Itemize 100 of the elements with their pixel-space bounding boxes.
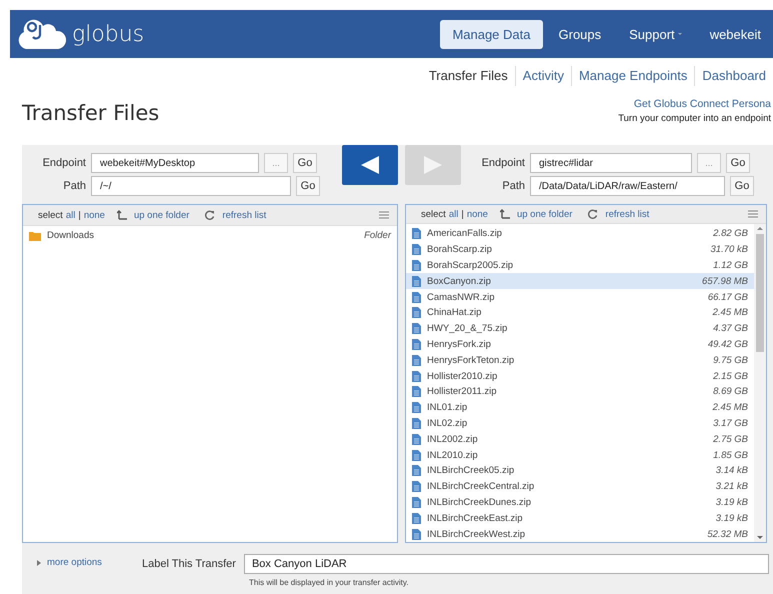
up-folder-link[interactable]: up one folder xyxy=(134,210,190,220)
file-size: 2.45 MB xyxy=(712,307,748,318)
file-row[interactable]: INLBirchCreekCentral.zip 3.21 kB xyxy=(406,478,754,495)
scroll-down-icon[interactable] xyxy=(757,534,763,542)
file-size: 2.15 GB xyxy=(713,370,748,382)
up-folder-icon xyxy=(500,209,510,220)
document-icon xyxy=(412,497,421,508)
file-row[interactable]: HWY_20_&_75.zip 4.37 GB xyxy=(406,320,754,337)
go-button[interactable]: Go xyxy=(726,153,750,173)
menu-icon[interactable] xyxy=(748,210,758,218)
refresh-link[interactable]: refresh list xyxy=(222,210,266,220)
file-row[interactable]: INLBirchCreekEast.zip 3.19 kB xyxy=(406,510,754,526)
caret-icon xyxy=(678,32,682,36)
go-button[interactable]: Go xyxy=(730,176,754,196)
select-none-link[interactable]: none xyxy=(466,208,488,220)
nav-tab[interactable]: Groups xyxy=(546,20,614,48)
file-row[interactable]: INL01.zip 2.45 MB xyxy=(406,400,754,416)
nav-tab[interactable]: webekeit xyxy=(698,20,773,48)
file-name: HenrysForkTeton.zip xyxy=(427,354,516,366)
document-icon xyxy=(412,307,421,318)
file-row[interactable]: INLBirchCreekWest.zip 52.32 MB xyxy=(406,526,754,542)
go-button[interactable]: Go xyxy=(293,153,317,173)
document-icon xyxy=(412,276,421,287)
file-row[interactable]: AmericanFalls.zip 2.82 GB xyxy=(406,226,754,242)
endpoint-field[interactable]: webekeit#MyDesktop xyxy=(91,153,259,173)
document-icon xyxy=(412,481,421,492)
endpoint-label: Endpoint xyxy=(42,157,86,169)
file-row[interactable]: ChinaHat.zip 2.45 MB xyxy=(406,305,754,321)
file-row[interactable]: INLBirchCreekDunes.zip 3.19 kB xyxy=(406,494,754,510)
select-label: select xyxy=(38,210,63,220)
file-row[interactable]: Hollister2011.zip 8.69 GB xyxy=(406,384,754,400)
more-options-link[interactable]: more options xyxy=(37,557,142,568)
connect-tagline: Turn your computer into an endpoint xyxy=(618,113,771,124)
file-row[interactable]: INL02.zip 3.17 GB xyxy=(406,416,754,432)
separator: | xyxy=(461,208,464,220)
nav-tab[interactable]: Support xyxy=(617,20,694,48)
file-name: Hollister2011.zip xyxy=(427,386,498,398)
endpoint-field[interactable]: gistrec#lidar xyxy=(530,153,692,173)
file-name: Downloads xyxy=(47,230,95,242)
scroll-thumb[interactable] xyxy=(756,234,764,352)
connect-link[interactable]: Get Globus Connect Persona xyxy=(634,98,771,110)
document-icon xyxy=(412,370,421,382)
file-row[interactable]: BoxCanyon.zip 657.98 MB xyxy=(406,273,754,290)
file-size: 52.32 MB xyxy=(707,528,748,540)
file-name: BorahScarp2005.zip xyxy=(427,260,514,272)
file-name: CamasNWR.zip xyxy=(427,292,496,303)
file-name: AmericanFalls.zip xyxy=(427,228,503,240)
file-row[interactable]: INL2010.zip 1.85 GB xyxy=(406,447,754,464)
path-field[interactable]: /Data/Data/LiDAR/raw/Eastern/ xyxy=(530,176,725,196)
refresh-icon xyxy=(588,209,598,220)
document-icon xyxy=(412,354,421,366)
file-row[interactable]: Hollister2010.zip 2.15 GB xyxy=(406,368,754,384)
file-name: INLBirchCreekDunes.zip xyxy=(427,497,532,508)
folder-icon xyxy=(29,230,41,241)
scrollbar[interactable] xyxy=(754,224,766,542)
menu-icon[interactable] xyxy=(379,211,389,219)
file-row[interactable]: BorahScarp2005.zip 1.12 GB xyxy=(406,258,754,274)
document-icon xyxy=(412,244,421,256)
expand-icon xyxy=(37,560,41,566)
nav-tab[interactable]: Manage Data xyxy=(440,20,542,48)
document-icon xyxy=(412,323,421,334)
file-row[interactable]: Downloads Folder xyxy=(23,228,397,244)
subnav-link[interactable]: Dashboard xyxy=(694,66,773,86)
logo-text: globus xyxy=(72,22,144,46)
file-size: 2.82 GB xyxy=(713,228,748,240)
document-icon xyxy=(412,512,421,524)
file-row[interactable]: INL2002.zip 2.75 GB xyxy=(406,431,754,448)
select-all-link[interactable]: all xyxy=(66,210,76,220)
file-name: INL2010.zip xyxy=(427,450,479,461)
subnav-link[interactable]: Activity xyxy=(514,66,571,86)
path-label: Path xyxy=(62,180,86,192)
file-size: 657.98 MB xyxy=(702,276,748,287)
refresh-link[interactable]: refresh list xyxy=(605,208,650,220)
document-icon xyxy=(412,339,421,350)
file-name: INL02.zip xyxy=(427,418,468,430)
cloud-logo-icon xyxy=(16,17,66,51)
file-size: 9.75 GB xyxy=(713,354,748,366)
document-icon xyxy=(412,386,421,398)
file-row[interactable]: HenrysFork.zip 49.42 GB xyxy=(406,336,754,352)
document-icon xyxy=(412,292,421,303)
refresh-icon xyxy=(205,210,216,220)
go-button[interactable]: Go xyxy=(296,176,320,196)
label-hint: This will be displayed in your transfer activity. xyxy=(249,578,410,587)
file-size: 8.69 GB xyxy=(713,386,748,398)
file-row[interactable]: INLBirchCreek05.zip 3.14 kB xyxy=(406,463,754,479)
path-field[interactable]: /~/ xyxy=(91,176,291,196)
file-row[interactable]: BorahScarp.zip 31.70 kB xyxy=(406,242,754,258)
subnav-link[interactable]: Transfer Files xyxy=(422,66,515,86)
up-folder-link[interactable]: up one folder xyxy=(516,208,572,220)
file-name: BorahScarp.zip xyxy=(427,244,493,256)
scroll-up-icon[interactable] xyxy=(757,224,763,232)
subnav-link[interactable]: Manage Endpoints xyxy=(570,66,694,86)
page-title: Transfer Files xyxy=(22,101,160,125)
file-size: 66.17 GB xyxy=(708,292,748,303)
transfer-button[interactable] xyxy=(342,145,398,185)
label-field[interactable]: Box Canyon LiDAR xyxy=(244,554,769,574)
select-none-link[interactable]: none xyxy=(84,210,105,220)
file-row[interactable]: HenrysForkTeton.zip 9.75 GB xyxy=(406,352,754,368)
file-row[interactable]: CamasNWR.zip 66.17 GB xyxy=(406,289,754,306)
select-all-link[interactable]: all xyxy=(448,208,458,220)
